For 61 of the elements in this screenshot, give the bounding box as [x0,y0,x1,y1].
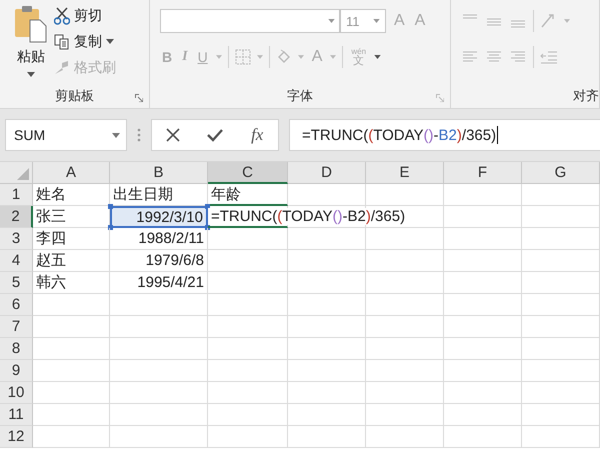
caret-icon [256,55,263,59]
table-cell-text: 出生日期 [112,185,174,204]
table-cell-text: 姓名 [35,185,67,204]
table-cell-text: 韩六 [35,273,67,292]
cut-button[interactable]: 剪切 [54,4,116,27]
row-header[interactable]: 10 [0,382,33,404]
group-label: 对齐 [573,87,599,105]
name-box[interactable]: SUM [5,119,127,151]
cancel-icon[interactable] [164,127,181,143]
align-lines-icon[interactable] [461,50,479,64]
column-header[interactable]: C [208,162,288,184]
table-cell-text: 1979/6/8 [144,252,205,269]
column-header[interactable]: E [366,162,444,184]
select-all-icon[interactable] [17,168,29,180]
caret-icon [112,132,120,138]
scissors-icon [54,6,70,24]
caret-icon [298,55,304,59]
column-header[interactable]: A [33,162,110,184]
caret-icon [330,55,336,59]
caret-icon [374,55,382,59]
row-header[interactable]: 5 [0,272,33,294]
row-header[interactable]: 9 [0,360,33,382]
table-cell-text: 1988/2/11 [137,230,205,247]
caret-icon [216,55,222,59]
row-header[interactable]: 7 [0,316,33,338]
column-header[interactable]: G [522,162,600,184]
row-header[interactable]: 8 [0,338,33,360]
grip-icon[interactable] [137,128,141,142]
row-header[interactable]: 12 [0,426,33,448]
caret-icon[interactable] [106,39,114,44]
row-header[interactable]: 6 [0,294,33,316]
insert-function-button[interactable]: fx [249,125,266,145]
group-label: 字体 [287,87,313,105]
brush-icon [54,60,70,74]
column-header[interactable]: D [288,162,366,184]
table-cell-text: 赵五 [35,251,67,270]
paste-button[interactable]: 粘贴 [14,4,48,66]
column-header[interactable]: B [110,162,208,184]
table-cell-text: 张三 [35,207,67,226]
clipboard-icon [14,4,48,44]
copy-button[interactable]: 复制 [54,30,102,53]
dialog-launcher-icon[interactable] [135,94,143,102]
table-cell-text: 1995/4/21 [136,274,205,291]
row-header[interactable]: 2 [0,206,33,228]
row-header[interactable]: 3 [0,228,33,250]
row-header[interactable]: 11 [0,404,33,426]
group-label: 剪贴板 [55,87,94,105]
copy-icon [54,34,70,50]
check-icon[interactable] [206,127,224,143]
indent-icon[interactable] [540,50,558,64]
formula-input[interactable]: =TRUNC((TODAY()-B2)/365) [289,119,600,151]
row-header[interactable]: 4 [0,250,33,272]
caret-icon[interactable] [27,72,35,77]
caret-icon [564,19,570,23]
caret-icon [373,19,380,23]
table-cell-text: 年龄 [210,184,242,204]
align-lines-icon[interactable] [485,50,503,64]
align-lines-icon[interactable] [509,50,527,64]
column-header[interactable]: F [444,162,522,184]
row-header[interactable]: 1 [0,184,33,206]
table-cell-text: 李四 [35,229,67,248]
